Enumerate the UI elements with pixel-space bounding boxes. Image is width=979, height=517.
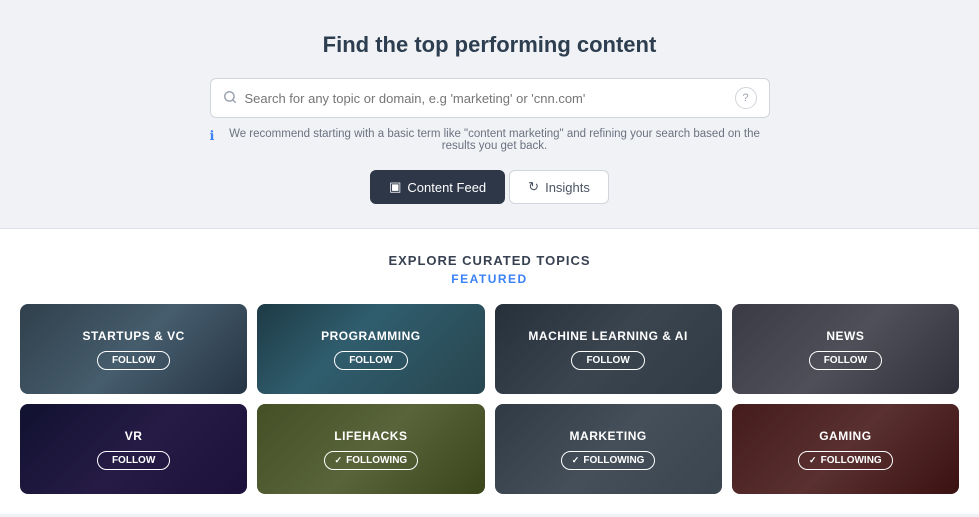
topic-name-programming: PROGRAMMING — [321, 329, 421, 343]
topic-content-lifehacks: LIFEHACKS ✓ FOLLOWING — [257, 404, 484, 494]
follow-button-startups-vc[interactable]: FOLLOW — [97, 351, 170, 370]
topic-card-lifehacks[interactable]: LIFEHACKS ✓ FOLLOWING — [257, 404, 484, 494]
following-button-lifehacks[interactable]: ✓ FOLLOWING — [324, 451, 419, 470]
topic-name-news: NEWS — [826, 329, 864, 343]
check-icon: ✓ — [572, 455, 580, 466]
topic-name-marketing: MARKETING — [570, 429, 647, 443]
topic-content-vr: VR FOLLOW — [20, 404, 247, 494]
follow-button-machine-learning[interactable]: FOLLOW — [571, 351, 644, 370]
topic-card-programming[interactable]: PROGRAMMING FOLLOW — [257, 304, 484, 394]
topic-content-gaming: GAMING ✓ FOLLOWING — [732, 404, 959, 494]
info-icon: ℹ — [210, 128, 215, 144]
tab-insights[interactable]: ↻ Insights — [509, 170, 609, 204]
topic-card-vr[interactable]: VR FOLLOW — [20, 404, 247, 494]
content-feed-icon: ▣ — [389, 179, 401, 195]
page-title: Find the top performing content — [20, 32, 959, 58]
check-icon: ✓ — [335, 455, 343, 466]
topic-card-marketing[interactable]: MARKETING ✓ FOLLOWING — [495, 404, 722, 494]
topic-content-machine-learning: MACHINE LEARNING & AI FOLLOW — [495, 304, 722, 394]
search-box: ? — [210, 78, 770, 118]
search-icon — [223, 90, 237, 107]
following-button-gaming[interactable]: ✓ FOLLOWING — [798, 451, 893, 470]
explore-title: EXPLORE CURATED TOPICS — [20, 253, 959, 268]
search-input[interactable] — [245, 91, 735, 106]
topic-card-news[interactable]: NEWS FOLLOW — [732, 304, 959, 394]
following-button-marketing[interactable]: ✓ FOLLOWING — [561, 451, 656, 470]
topic-name-gaming: GAMING — [819, 429, 871, 443]
topic-content-marketing: MARKETING ✓ FOLLOWING — [495, 404, 722, 494]
follow-button-news[interactable]: FOLLOW — [809, 351, 882, 370]
featured-label: FEATURED — [20, 272, 959, 286]
recommendation-hint: ℹ We recommend starting with a basic ter… — [210, 128, 770, 152]
tab-content-feed[interactable]: ▣ Content Feed — [370, 170, 505, 204]
topic-name-lifehacks: LIFEHACKS — [334, 429, 407, 443]
topic-content-news: NEWS FOLLOW — [732, 304, 959, 394]
topics-grid: STARTUPS & VCFOLLOWPROGRAMMINGFOLLOWMACH… — [20, 304, 959, 494]
topic-name-startups-vc: STARTUPS & VC — [82, 329, 184, 343]
topic-content-startups-vc: STARTUPS & VC FOLLOW — [20, 304, 247, 394]
topic-content-programming: PROGRAMMING FOLLOW — [257, 304, 484, 394]
topic-card-gaming[interactable]: GAMING ✓ FOLLOWING — [732, 404, 959, 494]
topic-card-startups-vc[interactable]: STARTUPS & VC FOLLOW — [20, 304, 247, 394]
search-help-icon[interactable]: ? — [735, 87, 757, 109]
follow-button-vr[interactable]: FOLLOW — [97, 451, 170, 470]
topic-card-machine-learning[interactable]: MACHINE LEARNING & AI FOLLOW — [495, 304, 722, 394]
top-section: Find the top performing content ? ℹ We r… — [0, 0, 979, 229]
follow-button-programming[interactable]: FOLLOW — [334, 351, 407, 370]
explore-section: EXPLORE CURATED TOPICS FEATURED STARTUPS… — [0, 229, 979, 514]
tab-bar: ▣ Content Feed ↻ Insights — [20, 170, 959, 204]
topic-name-machine-learning: MACHINE LEARNING & AI — [528, 329, 687, 343]
topic-name-vr: VR — [125, 429, 143, 443]
check-icon: ✓ — [809, 455, 817, 466]
insights-icon: ↻ — [528, 179, 539, 195]
